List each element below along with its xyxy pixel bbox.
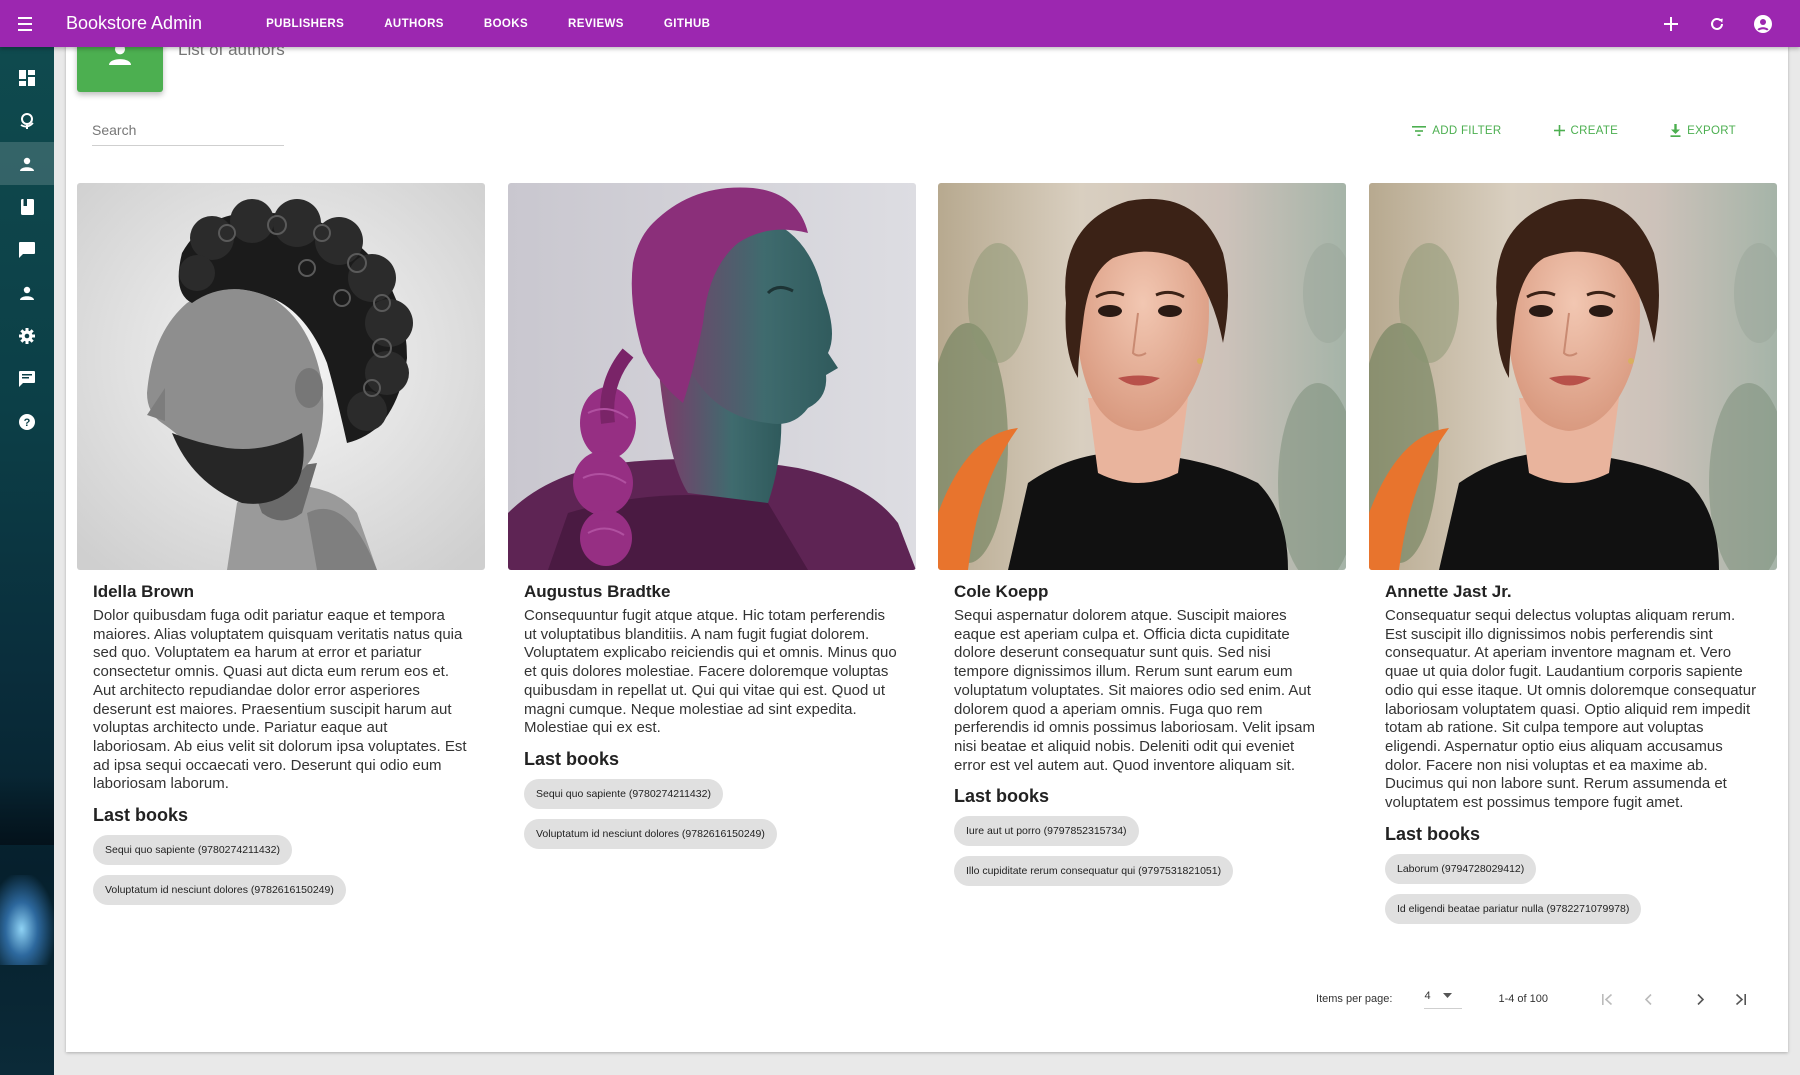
book-icon (20, 198, 34, 215)
author-photo (77, 183, 485, 570)
book-chip[interactable]: Voluptatum id nesciunt dolores (97826161… (524, 818, 777, 849)
sidebar-item-settings[interactable] (0, 314, 54, 357)
export-button[interactable]: EXPORT (1662, 118, 1744, 143)
sidebar-item-help[interactable]: ? (0, 400, 54, 443)
book-chip[interactable]: Sequi quo sapiente (9780274211432) (93, 835, 292, 866)
magenta-portrait-image (508, 183, 916, 570)
sidebar-item-publishers[interactable] (0, 99, 54, 142)
next-page-button[interactable] (1680, 984, 1720, 1014)
download-icon (1670, 124, 1681, 137)
search-field[interactable] (92, 120, 284, 146)
top-app-bar: Bookstore Admin PUBLISHERS AUTHORS BOOKS… (0, 0, 1800, 47)
book-chip[interactable]: Voluptatum id nesciunt dolores (97826161… (93, 875, 346, 906)
last-books-heading: Last books (93, 805, 189, 826)
refresh-icon (1711, 17, 1723, 30)
author-description: Consequatur sequi delectus voluptas aliq… (1385, 607, 1757, 812)
first-page-icon (1602, 993, 1613, 1005)
author-photo (938, 183, 1346, 570)
main-content: List of authors ADD FILTER CREATE EXPORT (66, 30, 1788, 1052)
add-filter-label: ADD FILTER (1432, 124, 1502, 137)
last-books-heading: Last books (524, 748, 620, 769)
add-filter-button[interactable]: ADD FILTER (1404, 118, 1509, 143)
author-photo (1369, 183, 1777, 570)
nav-github[interactable]: GITHUB (664, 18, 710, 30)
book-chip[interactable]: Illo cupiditate rerum consequatur qui (9… (954, 856, 1234, 887)
author-card[interactable]: Idella Brown Dolor quibusdam fuga odit p… (77, 183, 485, 912)
menu-icon (18, 16, 32, 31)
nav-reviews[interactable]: REVIEWS (568, 18, 624, 30)
add-button[interactable] (1648, 0, 1694, 47)
app-title: Bookstore Admin (66, 13, 203, 33)
book-chip[interactable]: Id eligendi beatae pariatur nulla (97822… (1385, 893, 1642, 924)
author-name: Idella Brown (93, 582, 195, 601)
woman-portrait-image (938, 183, 1346, 570)
refresh-button[interactable] (1694, 0, 1740, 47)
nav-books[interactable]: BOOKS (484, 18, 528, 30)
items-per-page-value: 4 (1424, 989, 1431, 1002)
items-per-page-select[interactable]: 4 (1424, 989, 1463, 1009)
create-button[interactable]: CREATE (1546, 118, 1627, 143)
sidebar-item-dashboard[interactable] (0, 56, 54, 99)
author-card[interactable]: Annette Jast Jr. Consequatur sequi delec… (1369, 183, 1777, 931)
author-name: Annette Jast Jr. (1385, 582, 1512, 601)
pagination-range: 1-4 of 100 (1498, 993, 1548, 1005)
comment-icon (19, 241, 35, 258)
author-card[interactable]: Cole Koepp Sequi aspernatur dolorem atqu… (938, 183, 1346, 893)
plus-icon (1553, 125, 1565, 136)
export-label: EXPORT (1687, 124, 1736, 137)
author-description: Dolor quibusdam fuga odit pariatur eaque… (93, 607, 467, 793)
sidebar: ? (0, 47, 54, 1075)
author-card[interactable]: Augustus Bradtke Consequuntur fugit atqu… (508, 183, 916, 856)
last-page-icon (1735, 993, 1746, 1005)
book-chip[interactable]: Sequi quo sapiente (9780274211432) (524, 778, 723, 809)
author-name: Cole Koepp (954, 582, 1049, 601)
svg-text:?: ? (24, 417, 31, 429)
book-chip[interactable]: Laborum (9794728029412) (1385, 853, 1537, 884)
chat-icon (19, 370, 35, 387)
globe-icon (20, 113, 34, 129)
sidebar-item-messages[interactable] (0, 357, 54, 400)
filter-list-icon (1412, 125, 1427, 136)
pagination: Items per page: 4 1-4 of 100 (1316, 984, 1760, 1014)
nav-authors[interactable]: AUTHORS (384, 18, 444, 30)
nav-publishers[interactable]: PUBLISHERS (266, 18, 344, 30)
bw-portrait-image (77, 183, 485, 570)
previous-page-button[interactable] (1628, 984, 1668, 1014)
dropdown-arrow-icon (1442, 993, 1452, 998)
author-photo (508, 183, 916, 570)
plus-icon (1664, 16, 1678, 31)
sidebar-item-users[interactable] (0, 271, 54, 314)
account-button[interactable] (1740, 0, 1786, 47)
book-chip[interactable]: Iure aut ut porro (9797852315734) (954, 816, 1139, 847)
create-label: CREATE (1570, 124, 1619, 137)
sidebar-item-reviews[interactable] (0, 228, 54, 271)
person-icon (20, 157, 34, 171)
woman-portrait-image (1369, 183, 1777, 570)
sidebar-item-books[interactable] (0, 185, 54, 228)
sidebar-background-glow (0, 875, 54, 965)
menu-button[interactable] (0, 0, 54, 47)
author-description: Sequi aspernatur dolorem atque. Suscipit… (954, 607, 1315, 774)
last-books-heading: Last books (1385, 823, 1481, 844)
author-description: Consequuntur fugit atque atque. Hic tota… (524, 607, 897, 737)
gear-icon (19, 327, 35, 344)
first-page-button[interactable] (1588, 984, 1628, 1014)
last-books-heading: Last books (954, 786, 1050, 807)
chevron-left-icon (1644, 993, 1652, 1005)
dashboard-icon (19, 69, 35, 86)
account-circle-icon (1754, 14, 1772, 33)
sidebar-item-authors[interactable] (0, 142, 54, 185)
person-icon (20, 286, 34, 300)
items-per-page-label: Items per page: (1316, 993, 1393, 1005)
author-name: Augustus Bradtke (524, 582, 671, 601)
help-icon: ? (19, 413, 35, 430)
list-toolbar: ADD FILTER CREATE EXPORT (1368, 118, 1744, 143)
sidebar-background-hill (0, 775, 54, 845)
chevron-right-icon (1696, 993, 1704, 1005)
search-input[interactable] (92, 120, 284, 140)
last-page-button[interactable] (1720, 984, 1760, 1014)
